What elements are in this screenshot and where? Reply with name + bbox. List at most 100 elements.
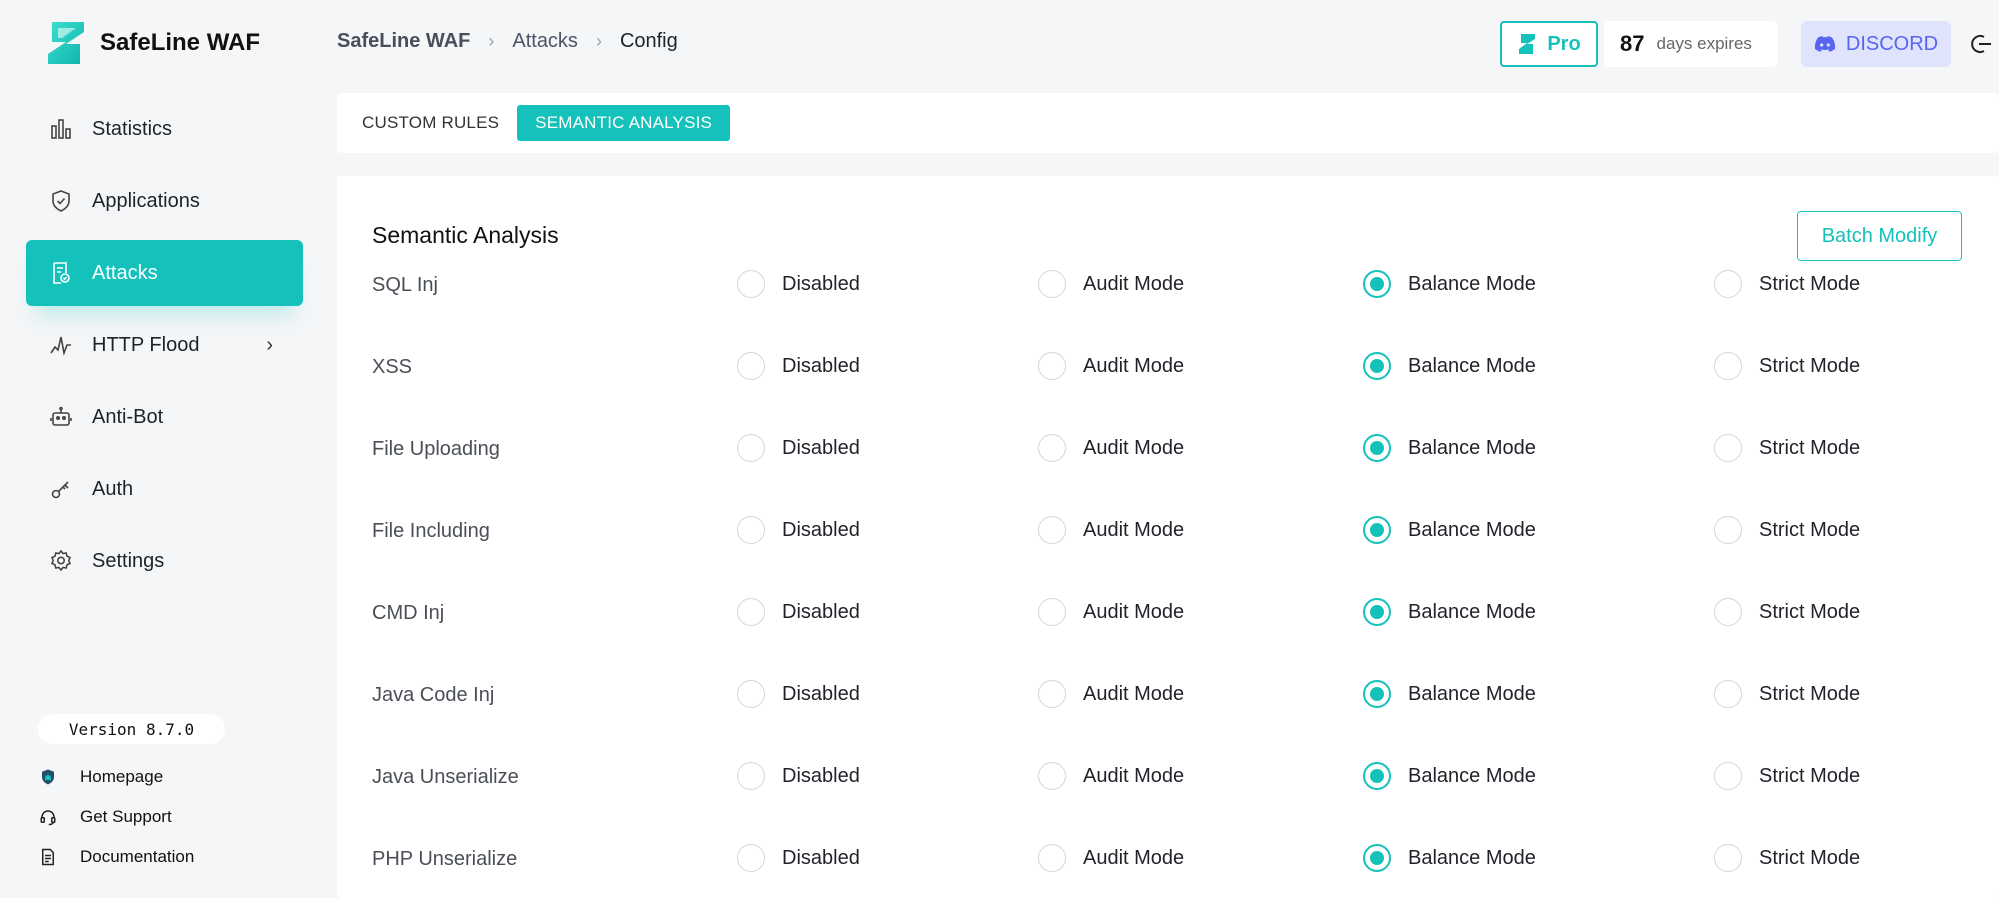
radio-button[interactable] xyxy=(1714,434,1742,462)
mode-option-strict-mode[interactable]: Strict Mode xyxy=(1714,680,1860,708)
radio-button[interactable] xyxy=(1714,680,1742,708)
radio-button[interactable] xyxy=(737,516,765,544)
radio-button[interactable] xyxy=(1363,598,1391,626)
mode-label: Disabled xyxy=(782,518,860,541)
mode-option-strict-mode[interactable]: Strict Mode xyxy=(1714,598,1860,626)
mode-option-balance-mode[interactable]: Balance Mode xyxy=(1363,270,1536,298)
shield-check-icon xyxy=(48,188,74,214)
sidebar-item-http-flood[interactable]: HTTP Flood › xyxy=(26,312,303,378)
chevron-right-icon[interactable]: › xyxy=(266,334,273,357)
radio-button[interactable] xyxy=(737,680,765,708)
radio-button[interactable] xyxy=(1714,844,1742,872)
mode-option-audit-mode[interactable]: Audit Mode xyxy=(1038,844,1184,872)
documentation-link[interactable]: Documentation xyxy=(38,837,194,877)
radio-button[interactable] xyxy=(737,352,765,380)
radio-button[interactable] xyxy=(737,270,765,298)
discord-button[interactable]: DISCORD xyxy=(1801,21,1951,67)
mode-option-strict-mode[interactable]: Strict Mode xyxy=(1714,516,1860,544)
radio-button[interactable] xyxy=(1038,270,1066,298)
radio-button[interactable] xyxy=(1038,516,1066,544)
homepage-label: Homepage xyxy=(80,767,164,786)
radio-button[interactable] xyxy=(737,434,765,462)
radio-button[interactable] xyxy=(1038,352,1066,380)
mode-option-disabled[interactable]: Disabled xyxy=(737,680,860,708)
rule-row: Java Code Inj Disabled Audit Mode Balance M… xyxy=(337,677,1999,717)
mode-option-audit-mode[interactable]: Audit Mode xyxy=(1038,434,1184,462)
rule-name: File Including xyxy=(372,520,490,542)
mode-option-strict-mode[interactable]: Strict Mode xyxy=(1714,844,1860,872)
mode-option-disabled[interactable]: Disabled xyxy=(737,270,860,298)
mode-option-balance-mode[interactable]: Balance Mode xyxy=(1363,680,1536,708)
mode-option-balance-mode[interactable]: Balance Mode xyxy=(1363,598,1536,626)
mode-option-audit-mode[interactable]: Audit Mode xyxy=(1038,270,1184,298)
radio-button[interactable] xyxy=(1363,844,1391,872)
radio-button[interactable] xyxy=(1038,844,1066,872)
radio-button[interactable] xyxy=(1714,762,1742,790)
homepage-link[interactable]: Homepage xyxy=(38,757,194,797)
mode-option-strict-mode[interactable]: Strict Mode xyxy=(1714,270,1860,298)
radio-button[interactable] xyxy=(1363,762,1391,790)
radio-button[interactable] xyxy=(1714,352,1742,380)
rule-name: Java Unserialize xyxy=(372,766,519,788)
mode-option-balance-mode[interactable]: Balance Mode xyxy=(1363,762,1536,790)
rule-name: XSS xyxy=(372,356,413,378)
mode-option-balance-mode[interactable]: Balance Mode xyxy=(1363,434,1536,462)
mode-label: Disabled xyxy=(782,846,860,869)
radio-button[interactable] xyxy=(1363,516,1391,544)
sidebar-item-attacks[interactable]: Attacks xyxy=(26,240,303,306)
tab-custom-rules[interactable]: CUSTOM RULES xyxy=(357,105,517,141)
mode-option-audit-mode[interactable]: Audit Mode xyxy=(1038,352,1184,380)
mode-option-audit-mode[interactable]: Audit Mode xyxy=(1038,598,1184,626)
batch-modify-button[interactable]: Batch Modify xyxy=(1797,211,1962,261)
radio-button[interactable] xyxy=(1038,434,1066,462)
logout-button[interactable] xyxy=(1969,21,1999,67)
mode-option-strict-mode[interactable]: Strict Mode xyxy=(1714,352,1860,380)
radio-button[interactable] xyxy=(1714,598,1742,626)
radio-button[interactable] xyxy=(737,598,765,626)
radio-button[interactable] xyxy=(1363,352,1391,380)
radio-button[interactable] xyxy=(1363,434,1391,462)
breadcrumb-item-home[interactable]: SafeLine WAF xyxy=(337,30,470,53)
app-logo[interactable]: SafeLine WAF xyxy=(44,20,260,66)
radio-button[interactable] xyxy=(1714,270,1742,298)
sidebar-item-settings[interactable]: Settings xyxy=(26,528,303,594)
semantic-analysis-card: Semantic Analysis Batch Modify SQL Inj Di… xyxy=(337,176,1999,898)
chevron-right-icon: › xyxy=(595,31,602,51)
mode-option-disabled[interactable]: Disabled xyxy=(737,844,860,872)
breadcrumb-item-attacks[interactable]: Attacks xyxy=(512,30,578,53)
radio-button[interactable] xyxy=(1038,598,1066,626)
mode-option-balance-mode[interactable]: Balance Mode xyxy=(1363,352,1536,380)
sidebar-item-auth[interactable]: Auth xyxy=(26,456,303,522)
mode-option-strict-mode[interactable]: Strict Mode xyxy=(1714,762,1860,790)
mode-option-strict-mode[interactable]: Strict Mode xyxy=(1714,434,1860,462)
mode-option-balance-mode[interactable]: Balance Mode xyxy=(1363,844,1536,872)
sidebar-item-anti-bot[interactable]: Anti-Bot xyxy=(26,384,303,450)
sidebar-item-statistics[interactable]: Statistics xyxy=(26,96,303,162)
mode-option-balance-mode[interactable]: Balance Mode xyxy=(1363,516,1536,544)
mode-option-disabled[interactable]: Disabled xyxy=(737,352,860,380)
radio-button[interactable] xyxy=(737,844,765,872)
radio-button[interactable] xyxy=(1038,680,1066,708)
radio-button[interactable] xyxy=(1714,516,1742,544)
mode-option-disabled[interactable]: Disabled xyxy=(737,516,860,544)
mode-option-audit-mode[interactable]: Audit Mode xyxy=(1038,680,1184,708)
mode-label: Balance Mode xyxy=(1408,518,1536,541)
mode-option-audit-mode[interactable]: Audit Mode xyxy=(1038,762,1184,790)
gear-icon xyxy=(48,548,74,574)
mode-label: Audit Mode xyxy=(1083,436,1185,459)
tab-semantic-analysis[interactable]: SEMANTIC ANALYSIS xyxy=(517,105,731,141)
mode-label: Audit Mode xyxy=(1083,846,1185,869)
mode-option-disabled[interactable]: Disabled xyxy=(737,762,860,790)
get-support-link[interactable]: Get Support xyxy=(38,797,194,837)
rule-name: SQL Inj xyxy=(372,274,438,296)
pro-button[interactable]: Pro xyxy=(1500,21,1598,67)
discord-label: DISCORD xyxy=(1845,32,1939,55)
mode-option-disabled[interactable]: Disabled xyxy=(737,434,860,462)
mode-option-audit-mode[interactable]: Audit Mode xyxy=(1038,516,1184,544)
radio-button[interactable] xyxy=(1038,762,1066,790)
radio-button[interactable] xyxy=(737,762,765,790)
sidebar-item-applications[interactable]: Applications xyxy=(26,168,303,234)
radio-button[interactable] xyxy=(1363,680,1391,708)
radio-button[interactable] xyxy=(1363,270,1391,298)
mode-option-disabled[interactable]: Disabled xyxy=(737,598,860,626)
